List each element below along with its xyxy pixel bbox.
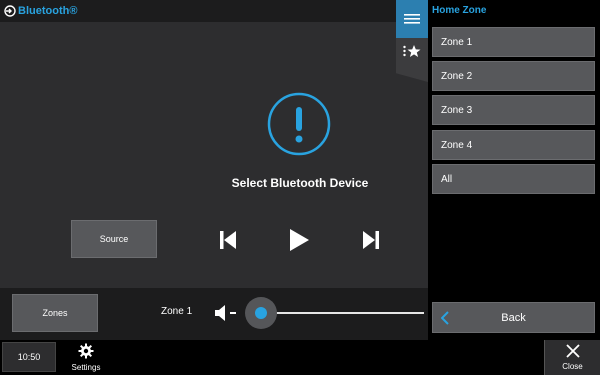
close-icon — [565, 344, 580, 358]
zone-item-2[interactable]: Zone 2 — [432, 61, 595, 91]
zone-panel: Home Zone Zone 1 Zone 2 Zone 3 Zone 4 Al… — [428, 0, 600, 340]
side-tabs — [396, 0, 428, 82]
settings-button[interactable]: Settings — [66, 341, 106, 375]
previous-button[interactable] — [215, 226, 241, 254]
source-button[interactable]: Source — [71, 220, 157, 258]
menu-tab[interactable] — [396, 0, 428, 38]
mute-speaker-icon[interactable] — [214, 304, 238, 322]
volume-slider-thumb[interactable] — [255, 307, 267, 319]
play-icon — [290, 229, 309, 251]
zones-button[interactable]: Zones — [12, 294, 98, 332]
source-title: Bluetooth® — [18, 5, 78, 17]
gear-icon — [78, 343, 94, 359]
close-button[interactable]: Close — [544, 340, 600, 375]
close-label: Close — [562, 362, 583, 371]
favorites-tab[interactable] — [396, 38, 428, 82]
settings-label: Settings — [71, 363, 101, 372]
zone-item-1[interactable]: Zone 1 — [432, 27, 595, 57]
favorites-list-icon — [403, 45, 421, 57]
zone-item-4[interactable]: Zone 4 — [432, 130, 595, 160]
next-button[interactable] — [358, 226, 384, 254]
back-button-label: Back — [501, 311, 526, 324]
skip-previous-icon — [220, 231, 236, 249]
alert-exclamation-icon — [267, 92, 331, 156]
zone-panel-title: Home Zone — [432, 5, 487, 16]
play-button[interactable] — [286, 226, 312, 254]
volume-slider-track[interactable] — [264, 312, 424, 314]
chevron-left-icon — [441, 311, 449, 325]
bluetooth-source-icon — [4, 5, 16, 17]
zone-name-label: Zone 1 — [161, 306, 193, 317]
source-header: Bluetooth® — [0, 0, 396, 22]
back-button[interactable]: Back — [432, 302, 595, 333]
skip-next-icon — [363, 231, 379, 249]
zone-item-3[interactable]: Zone 3 — [432, 95, 595, 125]
zone-item-all[interactable]: All — [432, 164, 595, 194]
clock-display: 10:50 — [2, 342, 56, 372]
hamburger-menu-icon — [404, 14, 420, 24]
status-message: Select Bluetooth Device — [231, 176, 369, 190]
